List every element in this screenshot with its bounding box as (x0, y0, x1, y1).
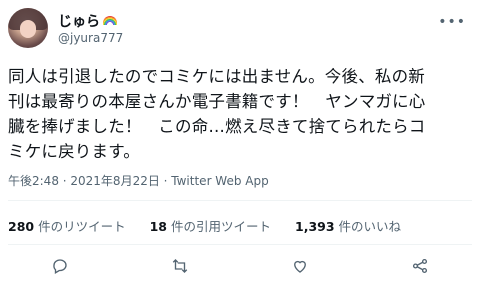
tweet-stats: 280 件のリツイート 18 件の引用ツイート 1,393 件のいいね (8, 216, 401, 235)
user-handle[interactable]: @jyura777 (58, 31, 123, 45)
retweets-stat[interactable]: 280 件のリツイート (8, 216, 126, 235)
retweet-icon[interactable] (171, 257, 189, 279)
tweet-timestamp[interactable]: 午後2:48 · 2021年8月22日 · Twitter Web App (8, 172, 269, 189)
likes-stat[interactable]: 1,393 件のいいね (295, 216, 401, 235)
display-name-row[interactable]: じゅら (58, 11, 117, 31)
divider (8, 244, 472, 245)
avatar[interactable] (8, 8, 48, 48)
rainbow-icon (103, 15, 117, 25)
divider (8, 200, 472, 201)
more-options-icon[interactable]: ••• (438, 14, 466, 30)
share-icon[interactable] (411, 257, 429, 279)
tweet-text: 同人は引退したのでコミケには出ません。今後、私の新 刊は最寄りの本屋さんか電子書… (8, 67, 426, 161)
quotes-stat[interactable]: 18 件の引用ツイート (150, 216, 271, 235)
reply-icon[interactable] (51, 257, 69, 279)
display-name[interactable]: じゅら (58, 11, 100, 31)
action-bar (0, 256, 480, 280)
like-icon[interactable] (291, 257, 309, 279)
